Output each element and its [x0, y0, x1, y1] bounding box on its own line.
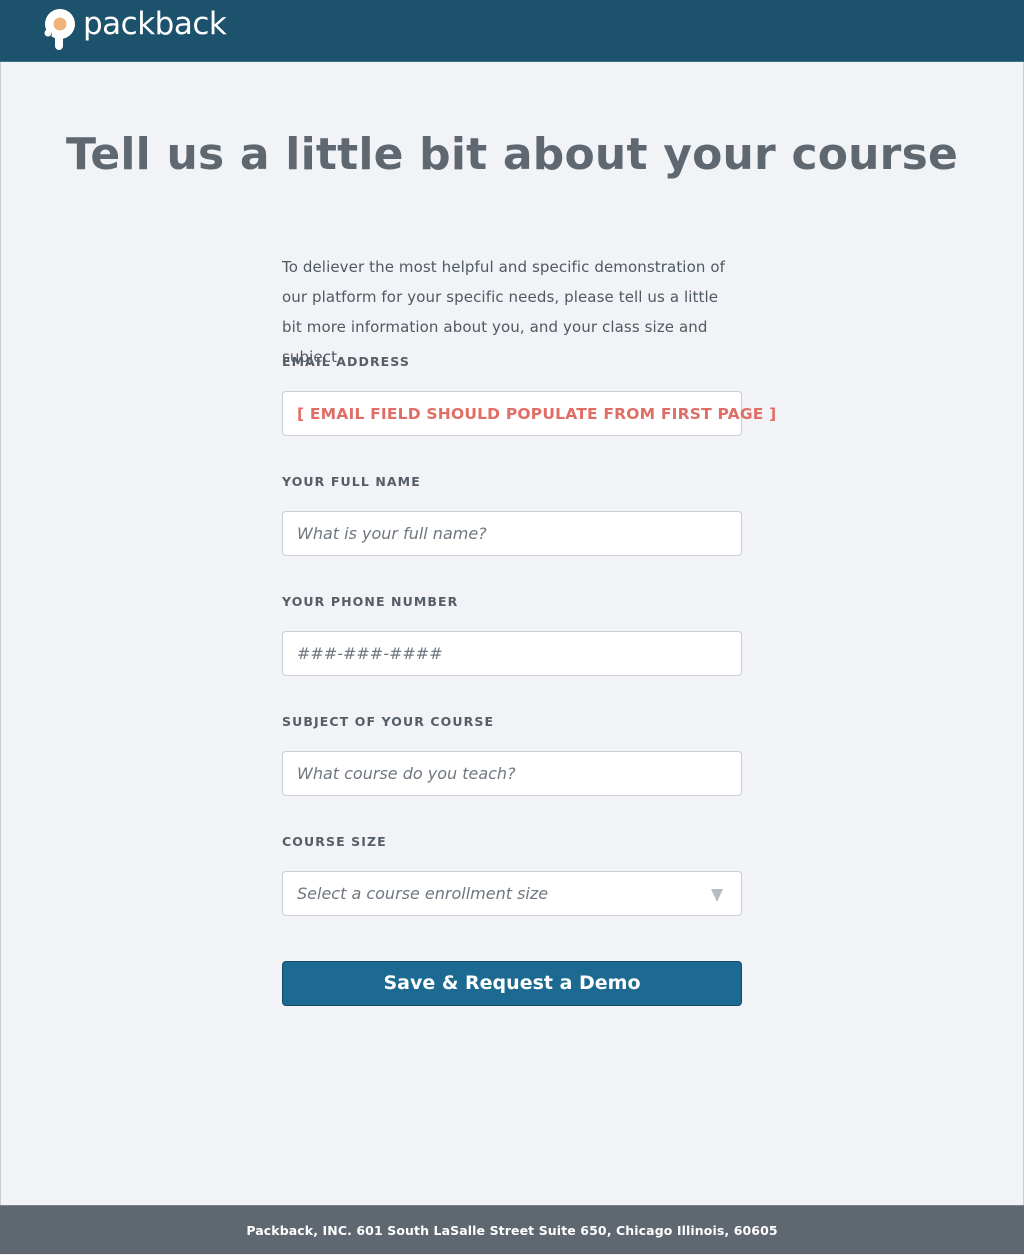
dropdown-arrow-icon — [711, 889, 723, 902]
phone-field[interactable] — [282, 631, 742, 676]
top-navigation-bar: packback — [0, 0, 1024, 62]
footer-address-text: Packback, INC. 601 South LaSalle Street … — [246, 1223, 778, 1238]
subject-label: SUBJECT OF YOUR COURSE — [282, 714, 495, 729]
subject-field[interactable] — [282, 751, 742, 796]
phone-label: YOUR PHONE NUMBER — [282, 594, 459, 609]
packback-logo[interactable]: packback — [42, 6, 227, 54]
course-size-select[interactable]: Select a course enrollment size — [282, 871, 742, 916]
save-request-demo-button[interactable]: Save & Request a Demo — [282, 961, 742, 1006]
full-name-label: YOUR FULL NAME — [282, 474, 421, 489]
email-value: [ EMAIL FIELD SHOULD POPULATE FROM FIRST… — [297, 404, 777, 423]
packback-logo-icon — [44, 9, 75, 50]
email-label: EMAIL ADDRESS — [282, 354, 410, 369]
course-size-label: COURSE SIZE — [282, 834, 387, 849]
brand-name: packback — [83, 6, 227, 42]
course-size-selected-value: Select a course enrollment size — [297, 884, 549, 903]
phone-input[interactable] — [297, 644, 727, 663]
full-name-field[interactable] — [282, 511, 742, 556]
email-field[interactable]: [ EMAIL FIELD SHOULD POPULATE FROM FIRST… — [282, 391, 776, 436]
footer: Packback, INC. 601 South LaSalle Street … — [0, 1205, 1024, 1254]
page-title: Tell us a little bit about your course — [65, 129, 959, 180]
subject-input[interactable] — [297, 764, 727, 783]
full-name-input[interactable] — [297, 524, 727, 543]
